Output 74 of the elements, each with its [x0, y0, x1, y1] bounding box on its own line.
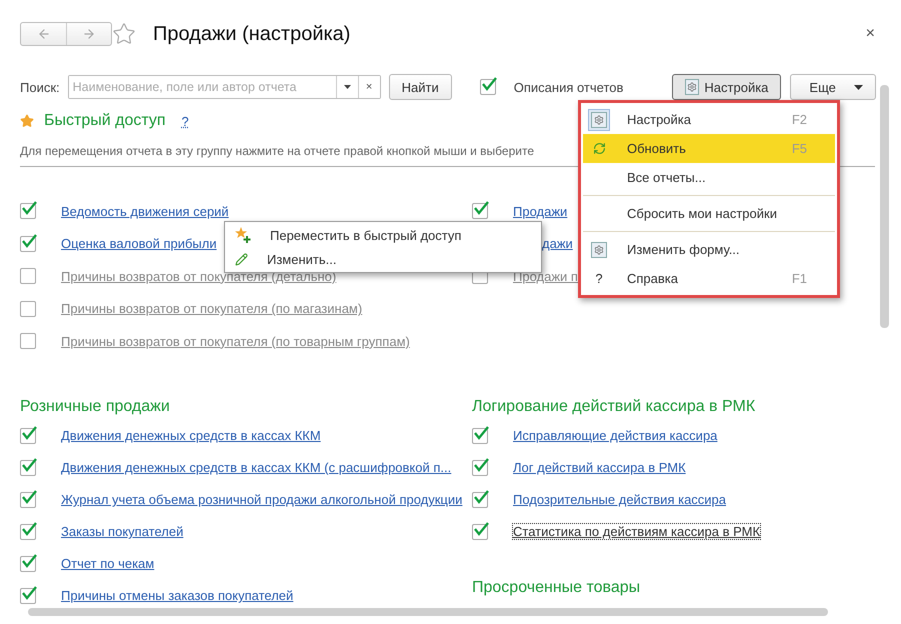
menu-item[interactable]: ? Справка F1	[583, 264, 835, 293]
report-link[interactable]: Исправляющие действия кассира	[513, 428, 718, 443]
report-link[interactable]: Статистика по действиям кассира в РМК	[513, 524, 760, 539]
checkbox[interactable]	[20, 428, 36, 444]
close-button[interactable]: ×	[866, 25, 875, 43]
clear-button[interactable]: ×	[358, 76, 380, 98]
checkbox[interactable]	[20, 268, 36, 284]
checkbox[interactable]	[20, 333, 36, 350]
report-link[interactable]: Журнал учета объема розничной продажи алкогольной продукции	[61, 492, 462, 507]
find-button[interactable]: Найти	[388, 74, 452, 100]
shortcut-text: F5	[792, 141, 807, 156]
report-link[interactable]: Ведомость движения серий	[61, 204, 229, 219]
search-field[interactable]: Наименование, поле или автор отчета ×	[68, 75, 381, 99]
report-link[interactable]: Движения денежных средств в кассах ККМ (с расшифровкой п...	[61, 460, 452, 475]
section-title: Розничные продажи	[20, 396, 171, 416]
pencil-icon	[235, 252, 248, 266]
descriptions-label: Описания отчетов	[514, 80, 624, 94]
checkbox[interactable]	[20, 492, 36, 508]
report-link[interactable]: Заказы покупателей	[61, 524, 184, 539]
window-title: Продажи (настройка)	[153, 22, 350, 46]
report-link[interactable]: Причины возвратов от покупателя (детально)	[61, 268, 336, 284]
checkbox[interactable]	[20, 588, 36, 604]
gear-icon	[685, 79, 700, 95]
menu-item[interactable]: Настройка F2	[583, 105, 835, 134]
checkbox[interactable]	[20, 236, 36, 252]
help-link[interactable]: ?	[182, 114, 189, 128]
caret-icon	[854, 84, 864, 90]
checkbox[interactable]	[20, 524, 36, 540]
report-link[interactable]: Причины отмены заказов покупателей	[61, 588, 294, 603]
shortcut-text: F1	[792, 271, 807, 286]
menu-item[interactable]: Изменить форму...	[583, 235, 835, 264]
help-symbol: ?	[595, 271, 603, 286]
search-label: Поиск:	[20, 80, 60, 94]
checkbox[interactable]	[472, 428, 488, 444]
star-icon	[20, 114, 34, 128]
report-link[interactable]: Причины возвратов от покупателя (по товарным группам)	[61, 334, 410, 349]
report-link[interactable]: Продажи п	[513, 268, 578, 284]
checkbox[interactable]	[472, 492, 488, 508]
report-link[interactable]: Движения денежных средств в кассах ККМ	[61, 428, 321, 443]
refresh-icon	[592, 142, 606, 155]
report-link[interactable]: Лог действий кассира в РМК	[513, 460, 686, 475]
shortcut-text: F2	[792, 112, 807, 127]
checkbox[interactable]	[20, 300, 36, 317]
gear-icon	[591, 242, 607, 258]
favorite-star-icon[interactable]	[112, 22, 136, 46]
report-link[interactable]: дажи	[542, 236, 573, 252]
scrollbar[interactable]	[880, 85, 889, 328]
menu-item[interactable]: Переместить в быстрый доступ	[225, 223, 541, 247]
checkbox[interactable]	[20, 460, 36, 476]
checkbox[interactable]	[20, 203, 36, 220]
report-link[interactable]: Подозрительные действия кассира	[513, 492, 726, 507]
checkbox[interactable]	[480, 79, 496, 95]
menu-item[interactable]: Сбросить мои настройки	[583, 199, 835, 228]
menu-item[interactable]: Все отчеты...	[583, 163, 835, 192]
report-link[interactable]: Отчет по чекам	[61, 556, 154, 571]
more-button[interactable]: Еще	[790, 74, 876, 100]
checkbox[interactable]	[472, 524, 488, 540]
section-title: Просроченные товары	[472, 578, 642, 598]
settings-button[interactable]: Настройка	[672, 74, 782, 100]
report-link[interactable]: Продажи	[513, 204, 568, 219]
menu-item[interactable]: Изменить...	[225, 247, 541, 271]
gear-icon	[591, 112, 607, 128]
checkbox[interactable]	[472, 460, 488, 476]
caret-icon	[344, 85, 351, 89]
scrollbar[interactable]	[28, 608, 828, 616]
menu-item[interactable]: Обновить F5	[583, 134, 835, 163]
report-link[interactable]: Причины возвратов от покупателя (по магазинам)	[61, 301, 362, 316]
checkbox[interactable]	[20, 556, 36, 572]
star-plus-icon	[235, 227, 251, 243]
section-title: Быстрый доступ	[44, 112, 166, 130]
report-link[interactable]: Оценка валовой прибыли	[61, 236, 217, 252]
checkbox[interactable]	[472, 203, 488, 220]
section-title: Логирование действий кассира в РМК	[472, 396, 756, 416]
hint-text: Для перемещения отчета в эту группу нажмите на отчете правой кнопкой мыши и выберите	[20, 144, 534, 158]
